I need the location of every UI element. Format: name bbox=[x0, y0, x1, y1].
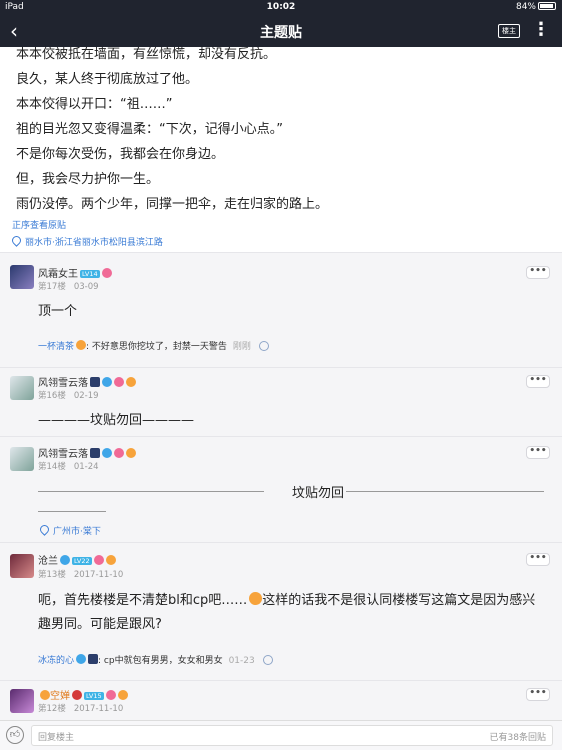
reply-post: 风翎雪云落 第14楼 01-24 ••• 坟贴勿回 广州市·棠下 bbox=[0, 436, 562, 542]
fire-icon bbox=[126, 377, 136, 387]
gender-icon bbox=[114, 448, 124, 458]
post-more-button[interactable]: ••• bbox=[526, 375, 550, 388]
avatar[interactable] bbox=[10, 376, 34, 400]
avatar[interactable] bbox=[10, 265, 34, 289]
emoji-icon bbox=[90, 377, 100, 387]
nav-bar: ‹ 主题贴 楼主 ⋮ bbox=[0, 16, 562, 47]
post-meta: 第16楼 02-19 bbox=[38, 391, 99, 401]
username[interactable]: 风翎雪云落 bbox=[38, 374, 136, 389]
story-line: 本本佼被抵在墙面，有丝惊慌，却没有反抗。 bbox=[16, 47, 277, 62]
clock: 10:02 bbox=[266, 2, 296, 12]
more-vertical-icon[interactable]: ⋮ bbox=[532, 19, 550, 41]
reply-placeholder: 回复楼主 bbox=[38, 733, 75, 743]
op-only-button[interactable]: 楼主 bbox=[498, 24, 520, 38]
status-bar: iPad 10:02 84% bbox=[0, 0, 562, 16]
avatar[interactable] bbox=[10, 447, 34, 471]
gender-icon bbox=[114, 377, 124, 387]
username[interactable]: 沧兰 LV22 bbox=[38, 552, 116, 567]
post-more-button[interactable]: ••• bbox=[526, 688, 550, 701]
reply-post: 空婵 LV15 第12楼 2017-11-10 ••• bbox=[0, 680, 562, 720]
post-location[interactable]: 广州市·棠下 bbox=[38, 523, 101, 537]
story-line: 良久，某人终于彻底放过了他。 bbox=[16, 72, 199, 87]
level-badge: LV14 bbox=[80, 270, 100, 278]
avatar[interactable] bbox=[10, 689, 34, 713]
post-meta: 第17楼 03-09 bbox=[38, 282, 99, 292]
post-content: 呃，首先楼楼是不清楚bl和cp吧…… 这样的话我不是很认同楼楼写这篇文是因为感兴 bbox=[38, 592, 536, 608]
user-icon bbox=[102, 448, 112, 458]
thumbs-up-icon[interactable]: 👍︎ bbox=[6, 726, 24, 744]
fire-icon bbox=[117, 690, 128, 700]
username[interactable]: 风翎雪云落 bbox=[38, 445, 136, 460]
post-content: 坟贴勿回 bbox=[292, 486, 345, 501]
sub-reply: 冰冻的心: cp中就包有男男，女女和男女 01-23 bbox=[38, 653, 273, 666]
reply-post: 风翎雪云落 第16楼 02-19 ••• ————坟贴勿回———— bbox=[0, 367, 562, 436]
gender-icon bbox=[105, 690, 116, 700]
settings-gear-icon[interactable] bbox=[262, 655, 273, 665]
gender-icon bbox=[93, 555, 104, 565]
post-content: ————坟贴勿回———— bbox=[38, 413, 195, 428]
original-post-content: 本本佼被抵在墙面，有丝惊慌，却没有反抗。 良久，某人终于彻底放过了他。 本本佼得… bbox=[0, 47, 562, 252]
reply-post: 沧兰 LV22 第13楼 2017-11-10 ••• 呃，首先楼楼是不清楚bl和c… bbox=[0, 542, 562, 680]
fire-icon bbox=[105, 555, 116, 565]
post-meta: 第14楼 01-24 bbox=[38, 462, 99, 472]
username[interactable]: 空婵 LV15 bbox=[38, 687, 128, 702]
reply-post: 风霜女王 LV14 第17楼 03-09 ••• 顶一个 一杯清茶: 不好意思你挖坟… bbox=[0, 252, 562, 367]
story-line: 本本佼得以开口：“祖……” bbox=[16, 97, 173, 112]
reply-input[interactable]: 回复楼主 已有38条回贴 bbox=[31, 725, 553, 746]
sun-emoji-icon bbox=[76, 340, 87, 350]
crown-icon bbox=[40, 690, 50, 700]
post-content: 趣男同。可能是跟风? bbox=[38, 617, 162, 632]
gender-icon bbox=[101, 268, 112, 278]
view-original-link[interactable]: 正序查看原贴 bbox=[12, 218, 66, 231]
location-link[interactable]: 丽水市·浙江省丽水市松阳县滨江路 bbox=[10, 234, 163, 248]
flower-icon bbox=[72, 690, 82, 700]
battery-indicator: 84% bbox=[516, 2, 556, 12]
emoji-icon bbox=[76, 654, 87, 664]
settings-gear-icon[interactable] bbox=[258, 341, 269, 351]
level-badge: LV15 bbox=[84, 692, 104, 700]
level-badge: LV22 bbox=[72, 557, 92, 565]
story-line: 雨仍没停。两个少年，同撑一把伞，走在归家的路上。 bbox=[16, 197, 329, 212]
emoji-icon bbox=[88, 654, 99, 664]
battery-icon bbox=[538, 2, 556, 10]
story-line: 但，我会尽力护你一生。 bbox=[16, 172, 160, 187]
location-pin-icon bbox=[38, 523, 51, 536]
post-more-button[interactable]: ••• bbox=[526, 266, 550, 279]
divider-line bbox=[38, 491, 264, 492]
story-line: 不是你每次受伤，我都会在你身边。 bbox=[16, 147, 225, 162]
water-drop-icon bbox=[60, 555, 70, 565]
divider-line bbox=[38, 511, 106, 512]
emoji-icon bbox=[90, 448, 100, 458]
post-more-button[interactable]: ••• bbox=[526, 553, 550, 566]
post-meta: 第12楼 2017-11-10 bbox=[38, 704, 124, 714]
story-line: 祖的目光忽又变得温柔：“下次，记得小心点。” bbox=[16, 122, 283, 137]
divider-line bbox=[346, 491, 544, 492]
page-title: 主题贴 bbox=[260, 25, 302, 41]
reply-count: 已有38条回贴 bbox=[489, 733, 546, 743]
post-meta: 第13楼 2017-11-10 bbox=[38, 570, 124, 580]
avatar[interactable] bbox=[10, 554, 34, 578]
emoji-icon bbox=[249, 592, 263, 605]
post-content: 顶一个 bbox=[38, 304, 78, 319]
sub-reply: 一杯清茶: 不好意思你挖坟了，封禁一天警告 刚刚 bbox=[38, 339, 269, 352]
user-icon bbox=[102, 377, 112, 387]
location-pin-icon bbox=[10, 234, 23, 247]
fire-icon bbox=[126, 448, 136, 458]
post-more-button[interactable]: ••• bbox=[526, 446, 550, 459]
username[interactable]: 风霜女王 LV14 bbox=[38, 265, 112, 280]
reply-bar: 👍︎ 回复楼主 已有38条回贴 bbox=[0, 720, 562, 750]
